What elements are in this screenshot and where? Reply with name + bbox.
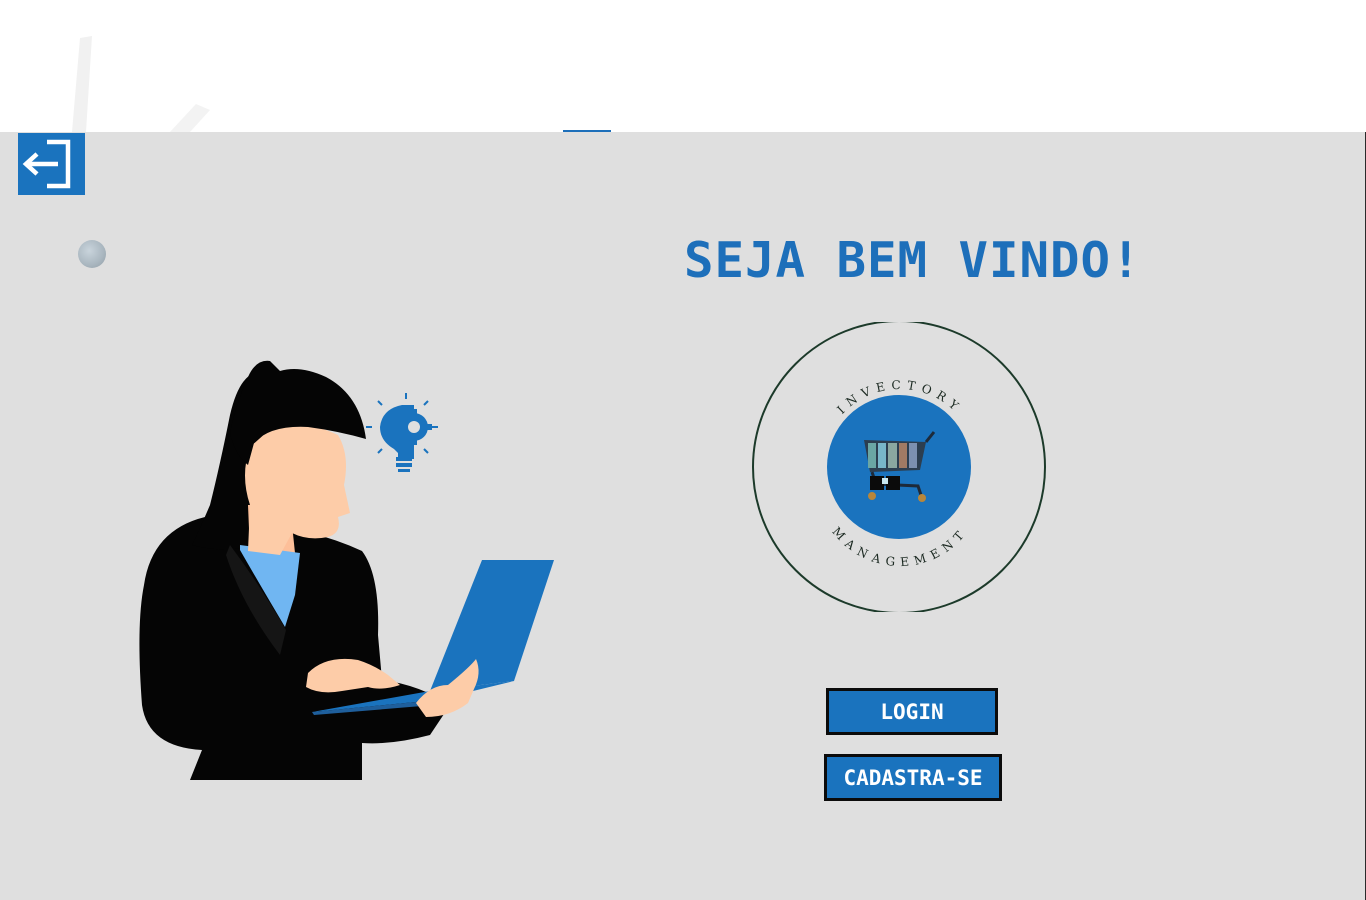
faded-decoration (72, 36, 210, 132)
woman-with-laptop-illustration (139, 360, 554, 780)
login-button[interactable]: LOGIN (826, 688, 998, 735)
signup-button[interactable]: CADASTRA-SE (824, 754, 1002, 801)
exit-icon (22, 139, 71, 189)
lightbulb-gear-icon (366, 393, 438, 472)
invectory-logo: INVECTORY MANAGEMENT (752, 322, 1046, 612)
exit-button[interactable] (18, 133, 85, 195)
decorative-bubble (78, 240, 106, 268)
top-banner (0, 0, 1366, 132)
welcome-title: SEJA BEM VINDO! (684, 232, 1142, 289)
